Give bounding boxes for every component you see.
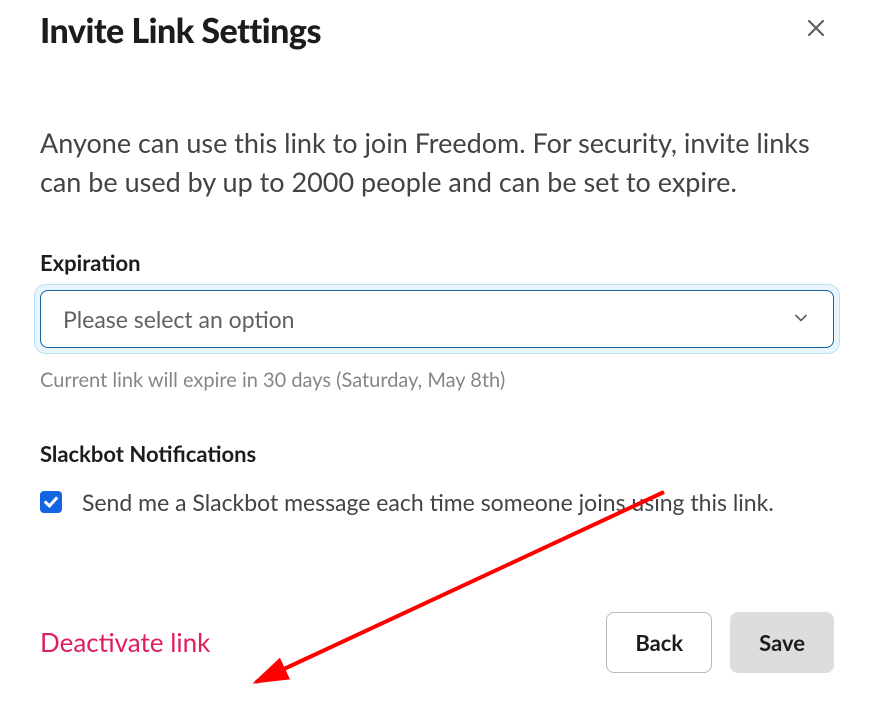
expiration-label: Expiration [40, 249, 834, 276]
close-icon [804, 16, 828, 40]
modal-title: Invite Link Settings [40, 10, 321, 51]
deactivate-link-button[interactable]: Deactivate link [40, 626, 210, 658]
chevron-down-icon [791, 305, 811, 333]
expiration-select-value: Please select an option [63, 305, 295, 333]
slackbot-notify-label: Send me a Slackbot message each time som… [82, 485, 774, 520]
expiration-select[interactable]: Please select an option [40, 290, 834, 348]
modal-description: Anyone can use this link to join Freedom… [40, 123, 834, 201]
slackbot-notify-checkbox[interactable] [40, 491, 62, 513]
close-button[interactable] [798, 10, 834, 46]
notifications-label: Slackbot Notifications [40, 440, 834, 467]
save-button[interactable]: Save [730, 612, 834, 673]
back-button[interactable]: Back [606, 612, 712, 673]
expiration-helper-text: Current link will expire in 30 days (Sat… [40, 368, 834, 392]
